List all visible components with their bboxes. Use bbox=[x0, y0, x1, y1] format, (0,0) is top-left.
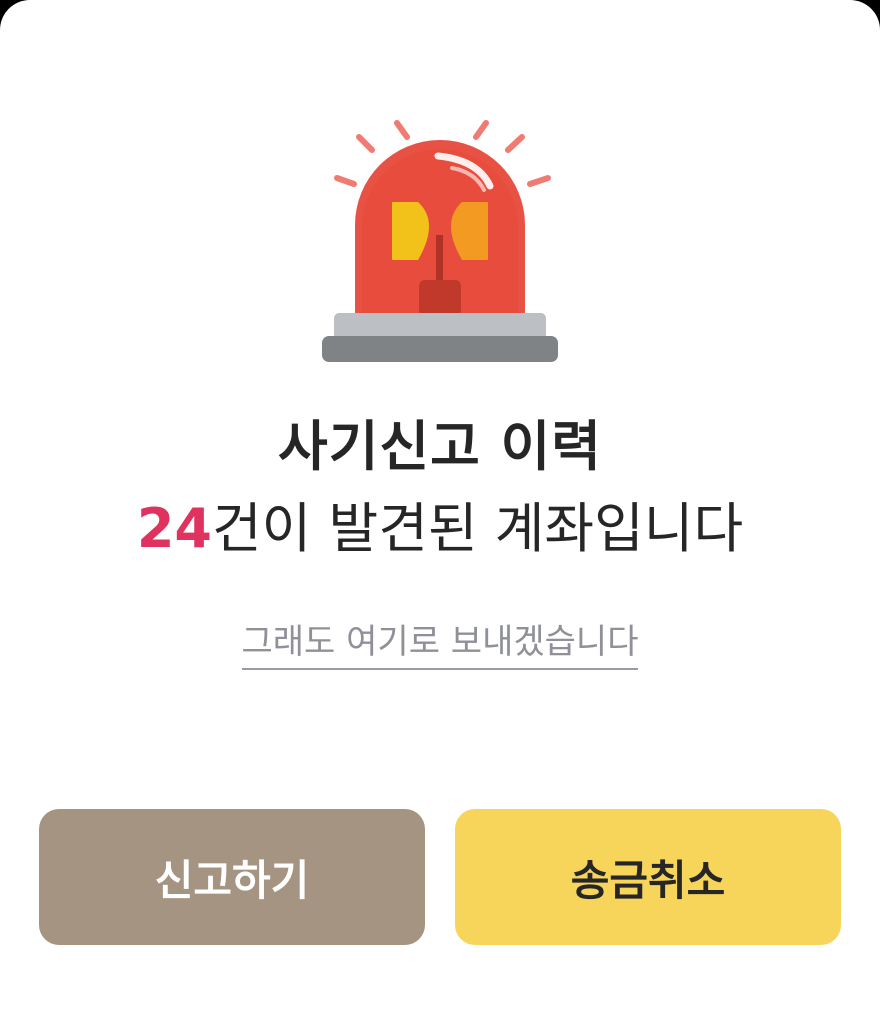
send-anyway-wrapper: 그래도 여기로 보내겠습니다 bbox=[0, 620, 880, 670]
dialog-title: 사기신고 이력 bbox=[278, 415, 602, 478]
send-anyway-link[interactable]: 그래도 여기로 보내겠습니다 bbox=[241, 620, 639, 670]
dialog-message-text: 건이 발견된 계좌입니다 bbox=[212, 497, 744, 560]
report-count: 24 bbox=[136, 497, 212, 560]
fraud-warning-dialog: 사기신고 이력 24건이 발견된 계좌입니다 그래도 여기로 보내겠습니다 신고… bbox=[0, 0, 880, 1025]
dialog-message: 24건이 발견된 계좌입니다 bbox=[0, 494, 880, 564]
siren-icon bbox=[300, 110, 580, 370]
cancel-transfer-button[interactable]: 송금취소 bbox=[455, 809, 841, 945]
report-button[interactable]: 신고하기 bbox=[39, 809, 425, 945]
